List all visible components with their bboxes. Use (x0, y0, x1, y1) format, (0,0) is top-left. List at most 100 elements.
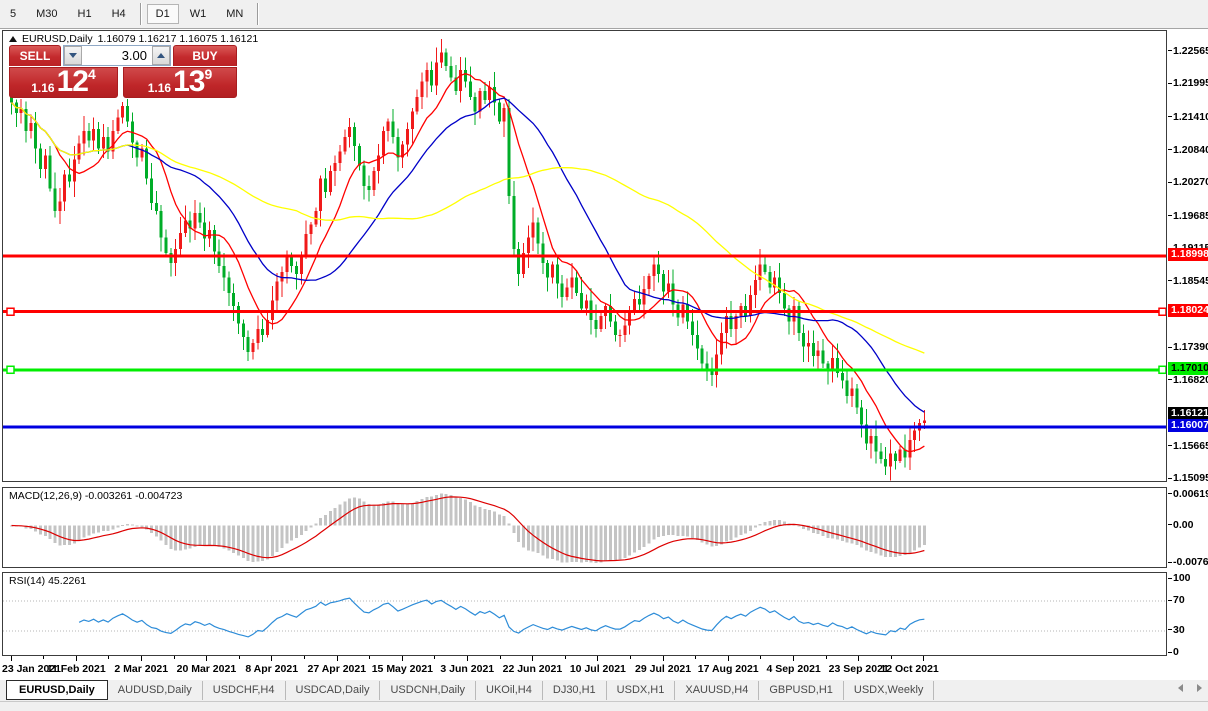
chart-tab-audusd-daily[interactable]: AUDUSD,Daily (108, 681, 203, 700)
date-tick (500, 656, 501, 659)
collapse-trade-panel-icon[interactable] (9, 36, 17, 42)
price-tick-label: 1.22565 (1173, 45, 1208, 57)
status-bar (0, 701, 1208, 711)
date-tick (239, 656, 240, 659)
date-tick-label: 29 Jul 2021 (635, 663, 691, 675)
volume-input[interactable]: 3.00 (82, 46, 152, 65)
price-level-badge-1.18998[interactable]: 1.18998 (1168, 248, 1208, 261)
timeframe-button-h1[interactable]: H1 (69, 4, 101, 24)
triangle-down-icon (69, 53, 77, 58)
timeframe-button-d1[interactable]: D1 (147, 4, 179, 24)
rsi-tick-label: 30 (1173, 624, 1185, 636)
trading-terminal: 5M30H1H4 D1W1MN EURUSD,Daily 1.16079 1.16… (0, 0, 1208, 711)
chart-tab-bar: EURUSD,DailyAUDUSD,DailyUSDCHF,H4USDCAD,… (0, 679, 1208, 701)
date-tick (43, 656, 44, 659)
macd-tick-label: 0.00 (1173, 519, 1193, 531)
date-tick (206, 656, 207, 661)
volume-increase-button[interactable] (152, 46, 170, 65)
chart-tab-usdchf-h4[interactable]: USDCHF,H4 (203, 681, 286, 700)
date-tick (695, 656, 696, 659)
date-tick (337, 656, 338, 661)
chart-tab-xauusd-h4[interactable]: XAUUSD,H4 (675, 681, 759, 700)
date-tick (108, 656, 109, 659)
macd-tick-label: -0.007621 (1173, 556, 1208, 568)
candlestick-chart[interactable] (3, 31, 1166, 483)
date-tick (565, 656, 566, 659)
date-tick-label: 2 Mar 2021 (114, 663, 168, 675)
main-chart-pane[interactable]: EURUSD,Daily 1.16079 1.16217 1.16075 1.1… (2, 30, 1167, 482)
moving-average-10 (12, 74, 925, 452)
chart-tab-eurusd-daily[interactable]: EURUSD,Daily (6, 680, 108, 700)
date-tick-label: 3 Jun 2021 (440, 663, 494, 675)
axis-tick (1168, 478, 1172, 479)
date-tick-label: 10 Jul 2021 (570, 663, 626, 675)
buy-button[interactable]: BUY (173, 45, 237, 66)
date-tick (76, 656, 77, 661)
sell-button[interactable]: SELL (9, 45, 61, 66)
price-level-badge-1.18024[interactable]: 1.18024 (1168, 304, 1208, 317)
tab-scroll-left-icon[interactable] (1178, 684, 1183, 692)
triangle-up-icon (157, 53, 165, 58)
chart-tab-usdcnh-daily[interactable]: USDCNH,Daily (380, 681, 476, 700)
volume-decrease-button[interactable] (64, 46, 82, 65)
rsi-tick-label: 100 (1173, 572, 1191, 584)
price-tick-label: 1.19685 (1173, 210, 1208, 222)
date-tick-label: 20 Mar 2021 (177, 663, 237, 675)
buy-price-big: 13 (173, 69, 204, 95)
date-tick-label: 4 Sep 2021 (766, 663, 820, 675)
chart-title: EURUSD,Daily 1.16079 1.16217 1.16075 1.1… (9, 33, 258, 45)
toolbar-separator (140, 3, 142, 25)
axis-tick (1168, 50, 1172, 51)
date-tick (597, 656, 598, 661)
candles-layer (10, 39, 926, 480)
rsi-label: RSI(14) 45.2261 (9, 575, 86, 587)
chart-tab-usdcad-daily[interactable]: USDCAD,Daily (286, 681, 381, 700)
chart-symbol-label: EURUSD,Daily (22, 33, 93, 45)
chart-tab-ukoil-h4[interactable]: UKOil,H4 (476, 681, 543, 700)
macd-signal-line (12, 497, 925, 561)
date-tick (402, 656, 403, 661)
timeframe-button-mn[interactable]: MN (217, 4, 252, 24)
date-tick-label: 17 Aug 2021 (698, 663, 759, 675)
sell-price-panel[interactable]: 1.16 12 4 (9, 67, 118, 98)
chart-tab-dj30-h1[interactable]: DJ30,H1 (543, 681, 607, 700)
buy-price-panel[interactable]: 1.16 13 9 (123, 67, 237, 98)
rsi-indicator-pane[interactable]: RSI(14) 45.2261 (2, 572, 1167, 656)
date-tick (434, 656, 435, 659)
sell-price-pip: 4 (88, 69, 96, 79)
date-tick (760, 656, 761, 659)
macd-indicator-pane[interactable]: MACD(12,26,9) -0.003261 -0.004723 (2, 487, 1167, 568)
price-level-badge-1.17010[interactable]: 1.17010 (1168, 362, 1208, 375)
date-tick-label: 11 Feb 2021 (47, 663, 106, 675)
axis-tick (1168, 182, 1172, 183)
timeframe-button-w1[interactable]: W1 (181, 4, 216, 24)
chart-tab-gbpusd-h1[interactable]: GBPUSD,H1 (759, 681, 844, 700)
price-level-badge-1.16007[interactable]: 1.16007 (1168, 419, 1208, 432)
chart-ohlc-values: 1.16079 1.16217 1.16075 1.16121 (98, 33, 259, 45)
timeframe-button-m30[interactable]: M30 (27, 4, 66, 24)
date-tick (141, 656, 142, 661)
sell-price-prefix: 1.16 (31, 81, 54, 95)
date-tick (271, 656, 272, 661)
timeframe-button-5[interactable]: 5 (1, 4, 25, 24)
axis-tick (1168, 215, 1172, 216)
date-axis: 23 Jan 202111 Feb 20212 Mar 202120 Mar 2… (0, 656, 1208, 679)
date-tick (369, 656, 370, 659)
rsi-tick-label: 70 (1173, 594, 1185, 606)
date-tick-label: 8 Apr 2021 (245, 663, 298, 675)
current-price-badge: 1.16121 (1168, 407, 1208, 419)
axis-tick (1168, 347, 1172, 348)
price-tick-label: 1.21995 (1173, 77, 1208, 89)
date-tick (793, 656, 794, 661)
date-tick (467, 656, 468, 661)
date-tick (630, 656, 631, 659)
chart-tab-usdx-h1[interactable]: USDX,H1 (607, 681, 676, 700)
date-tick (304, 656, 305, 659)
timeframe-button-h4[interactable]: H4 (103, 4, 135, 24)
timeframe-toolbar: 5M30H1H4 D1W1MN (0, 0, 1208, 29)
price-tick-label: 1.21410 (1173, 111, 1208, 123)
chart-tab-usdx-weekly[interactable]: USDX,Weekly (844, 681, 934, 700)
date-tick (891, 656, 892, 659)
tab-scroll-right-icon[interactable] (1197, 684, 1202, 692)
date-tick (858, 656, 859, 661)
